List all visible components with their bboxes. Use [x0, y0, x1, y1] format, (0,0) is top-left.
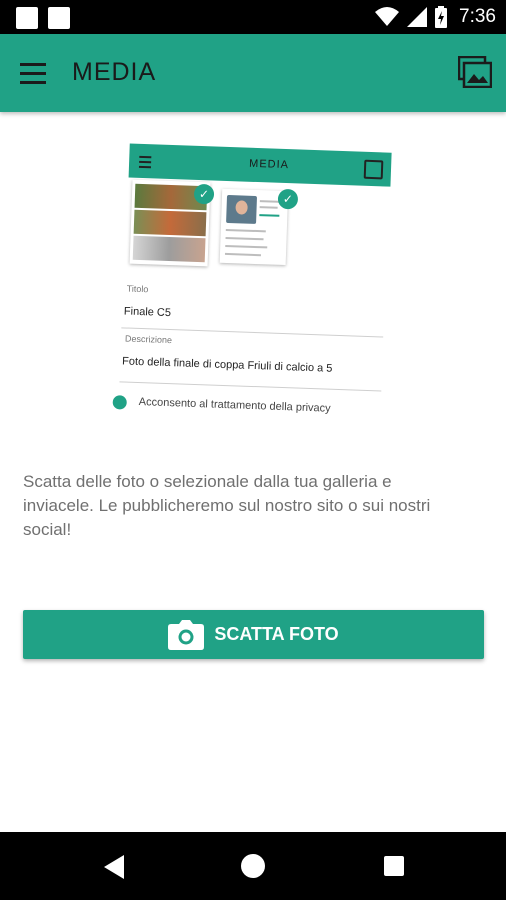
illustration-privacy-text: Acconsento al trattamento della privacy: [138, 396, 331, 415]
illustration-description-value: Foto della finale di coppa Friuli di cal…: [121, 355, 333, 375]
illustration-description-label: Descrizione: [124, 333, 173, 346]
wifi-icon: [375, 7, 400, 26]
recent-apps-icon[interactable]: [384, 856, 404, 876]
take-photo-button[interactable]: SCATTA FOTO: [23, 610, 484, 659]
check-icon: ✓: [193, 183, 215, 205]
battery-charging-icon: [435, 6, 448, 28]
cellular-signal-icon: [407, 7, 428, 27]
app-bar: MEDIA: [0, 34, 506, 112]
illustration-title-label: Titolo: [126, 283, 149, 295]
menu-icon: [138, 155, 152, 169]
navigation-bar: [0, 832, 506, 900]
description-text: Scatta delle foto o selezionale dalla tu…: [23, 472, 431, 539]
page-title: MEDIA: [72, 58, 157, 86]
home-icon[interactable]: [241, 854, 265, 878]
back-icon[interactable]: [104, 855, 124, 879]
thumbnail-image: [226, 194, 258, 225]
illustration-card: ✓: [219, 188, 299, 266]
notification-square-icon: [48, 7, 70, 29]
thumbnail-image: [132, 235, 206, 263]
status-bar: 7:36: [0, 0, 506, 34]
thumbnail-image: [133, 209, 207, 237]
illustration: MEDIA ✓ ✓ Titolo Finale C5 Descrizione F…: [110, 135, 400, 430]
menu-icon[interactable]: [20, 63, 48, 85]
gallery-icon[interactable]: [458, 56, 492, 88]
gallery-icon: [363, 159, 384, 180]
status-time: 7:36: [459, 6, 496, 27]
privacy-checkbox: [112, 395, 127, 410]
illustration-card: ✓: [129, 179, 215, 267]
illustration-title: MEDIA: [248, 157, 290, 172]
check-icon: ✓: [277, 188, 299, 210]
illustration-title-value: Finale C5: [123, 305, 172, 320]
notification-square-icon: [16, 7, 38, 29]
camera-icon: [168, 619, 205, 650]
take-photo-label: SCATTA FOTO: [214, 624, 339, 644]
